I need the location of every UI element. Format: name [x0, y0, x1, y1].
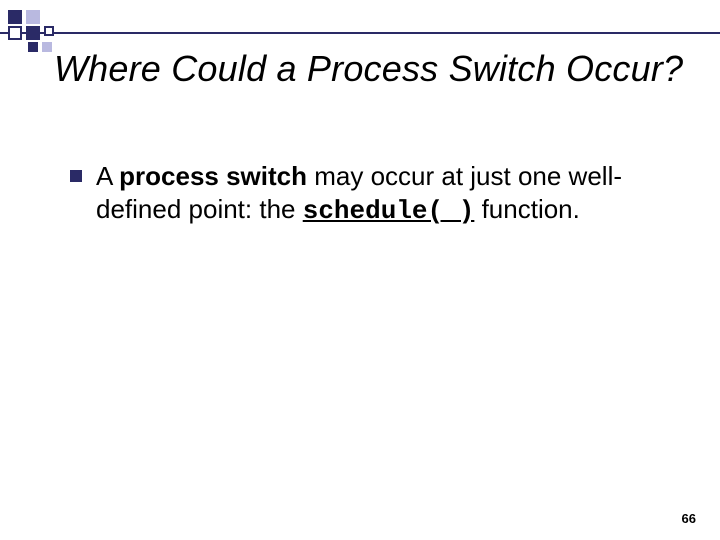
deco-square — [8, 26, 22, 40]
bullet-text: A process switch may occur at just one w… — [96, 160, 660, 227]
bullet-text-pre: A — [96, 161, 119, 191]
bullet-icon — [70, 170, 82, 182]
page-number: 66 — [682, 511, 696, 526]
deco-square — [44, 26, 54, 36]
slide-body: A process switch may occur at just one w… — [70, 160, 660, 227]
deco-square — [8, 10, 22, 24]
deco-square — [42, 42, 52, 52]
bullet-item: A process switch may occur at just one w… — [70, 160, 660, 227]
bullet-text-post: function. — [474, 194, 580, 224]
slide-title: Where Could a Process Switch Occur? — [54, 48, 690, 89]
bullet-text-bold: process switch — [119, 161, 307, 191]
decoration-line — [0, 32, 720, 34]
deco-square — [26, 10, 40, 24]
bullet-text-code: schedule( ) — [303, 196, 475, 226]
deco-square — [28, 42, 38, 52]
deco-square — [26, 26, 40, 40]
